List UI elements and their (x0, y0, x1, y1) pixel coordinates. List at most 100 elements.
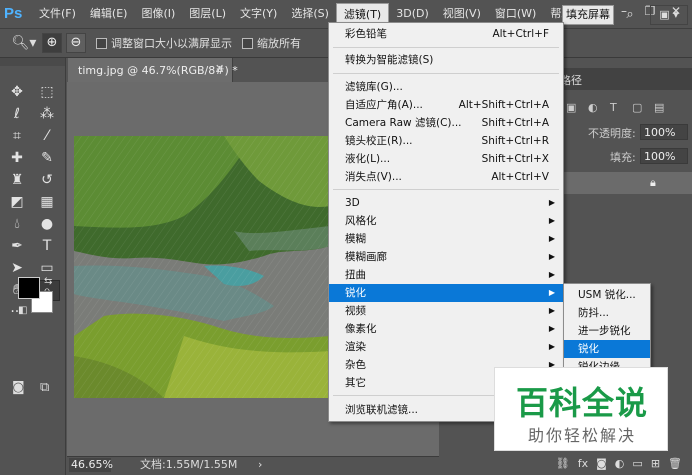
menu-item-last-filter[interactable]: 彩色铅笔 Alt+Ctrl+F (329, 25, 563, 43)
blur-tool-icon[interactable]: 💧︎ (4, 214, 30, 235)
menu-item-vanishing-point[interactable]: 消失点(V)... Alt+Ctrl+V (329, 168, 563, 186)
menu-item-shortcut: Alt+Ctrl+V (491, 171, 549, 183)
type-tool-icon[interactable]: T (34, 236, 60, 257)
lasso-tool-icon[interactable]: ℓ (4, 104, 30, 125)
menu-item-video[interactable]: 视频 ▶ (329, 302, 563, 320)
submenu-arrow-icon: ▶ (548, 288, 555, 297)
adjustment-filter-icon[interactable]: ◐ (588, 101, 598, 114)
document-tab[interactable]: timg.jpg @ 46.7%(RGB/8#) * (68, 58, 238, 82)
shape-filter-icon[interactable]: ▢ (632, 101, 642, 114)
menu-edit[interactable]: 编辑(E) (83, 3, 135, 25)
chevron-right-icon[interactable]: › (258, 458, 262, 471)
menu-item-blur[interactable]: 模糊 ▶ (329, 230, 563, 248)
clone-stamp-icon[interactable]: ♜ (4, 170, 30, 191)
folder-icon[interactable]: ▭ (632, 457, 642, 470)
zoom-in-icon[interactable]: ⊕ (42, 33, 62, 53)
fill-input[interactable]: 100% (640, 148, 688, 164)
eraser-tool-icon[interactable]: ◩ (4, 192, 30, 213)
menu-item-label: 消失点(V)... (345, 171, 402, 183)
trash-icon[interactable]: 🗑︎ (668, 457, 682, 470)
resize-windows-checkbox[interactable]: 调整窗口大小以满屏显示 (96, 35, 232, 51)
swap-colors-icon[interactable]: ⇆ (44, 276, 52, 287)
menu-item-label: 模糊 (345, 233, 366, 245)
foreground-color-swatch[interactable] (18, 277, 40, 299)
default-colors-icon[interactable]: ◧ (18, 305, 27, 316)
menu-type[interactable]: 文字(Y) (233, 3, 284, 25)
search-icon[interactable]: ⌕ (620, 5, 640, 25)
menu-item-lens-correction[interactable]: 镜头校正(R)... Shift+Ctrl+R (329, 132, 563, 150)
zoom-all-label: 缩放所有 (257, 37, 301, 50)
crop-tool-icon[interactable]: ⌗ (4, 126, 30, 147)
status-bar (67, 456, 439, 475)
document-info: 文档:1.55M/1.55M (140, 458, 238, 471)
type-filter-icon[interactable]: T (610, 101, 617, 114)
submenu-item-shake-reduction[interactable]: 防抖... (564, 304, 650, 322)
menu-image[interactable]: 图像(I) (134, 3, 182, 25)
mask-icon[interactable]: ◙ (596, 457, 607, 470)
image-canvas[interactable] (74, 136, 330, 398)
dodge-tool-icon[interactable]: ● (34, 214, 60, 235)
pen-tool-icon[interactable]: ✒ (4, 236, 30, 257)
menu-item-label: 液化(L)... (345, 153, 391, 165)
screen-mode-icon[interactable]: ⧉ (40, 380, 49, 395)
menu-item-3d[interactable]: 3D ▶ (329, 194, 563, 212)
fill-screen-button[interactable]: 填充屏幕 (562, 5, 614, 25)
menu-item-label: 模糊画廊 (345, 251, 387, 263)
checkbox-box[interactable] (242, 37, 253, 49)
layer-row[interactable] (560, 172, 692, 194)
fx-icon[interactable]: fx (578, 457, 588, 470)
path-selection-icon[interactable]: ➤ (4, 258, 30, 279)
zoom-level-field[interactable]: 46.65% (69, 458, 113, 472)
marquee-tool-icon[interactable]: ⬚ (34, 82, 60, 103)
zoom-out-icon[interactable]: ⊖ (66, 33, 86, 53)
submenu-item-sharpen-more[interactable]: 进一步锐化 (564, 322, 650, 340)
menu-item-distort[interactable]: 扭曲 ▶ (329, 266, 563, 284)
menu-item-label: 滤镜库(G)... (345, 81, 403, 93)
link-icon[interactable]: ⛓ (556, 457, 570, 470)
menu-item-label: 其它 (345, 377, 366, 389)
menu-item-camera-raw[interactable]: Camera Raw 滤镜(C)... Shift+Ctrl+A (329, 114, 563, 132)
landscape-image (74, 136, 330, 398)
menu-item-render[interactable]: 渲染 ▶ (329, 338, 563, 356)
menu-item-liquify[interactable]: 液化(L)... Shift+Ctrl+X (329, 150, 563, 168)
submenu-item-usm-sharpen[interactable]: USM 锐化... (564, 286, 650, 304)
toolbox-grip[interactable] (0, 58, 65, 66)
submenu-item-sharpen[interactable]: 锐化 (564, 340, 650, 358)
magic-wand-icon[interactable]: ⁂ (34, 104, 60, 125)
menu-item-stylize[interactable]: 风格化 ▶ (329, 212, 563, 230)
menu-item-label: 像素化 (345, 323, 377, 335)
quick-mask-icon[interactable]: ◙ (12, 380, 25, 395)
menu-file[interactable]: 文件(F) (32, 3, 83, 25)
eyedropper-icon[interactable]: ⁄ (34, 126, 60, 147)
opacity-input[interactable]: 100% (640, 124, 688, 140)
menu-item-label: 风格化 (345, 215, 377, 227)
zoom-tool-preset-icon[interactable]: 🔍︎▾ (10, 32, 38, 54)
menu-item-label: 3D (345, 197, 360, 209)
submenu-arrow-icon: ▶ (548, 234, 555, 243)
zoom-all-checkbox[interactable]: 缩放所有 (242, 35, 301, 51)
healing-brush-icon[interactable]: ✚ (4, 148, 30, 169)
menu-divider (333, 47, 559, 48)
menu-item-filter-gallery[interactable]: 滤镜库(G)... (329, 78, 563, 96)
menu-item-convert-smart-filter[interactable]: 转换为智能滤镜(S) (329, 51, 563, 69)
history-brush-icon[interactable]: ↺ (34, 170, 60, 191)
menu-item-sharpen[interactable]: 锐化 ▶ (329, 284, 563, 302)
brush-tool-icon[interactable]: ✎ (34, 148, 60, 169)
close-icon[interactable]: ✕ (215, 62, 224, 75)
menu-layer[interactable]: 图层(L) (182, 3, 233, 25)
menu-item-blur-gallery[interactable]: 模糊画廊 ▶ (329, 248, 563, 266)
workspace-switcher-icon[interactable]: ▣ ▾ (650, 5, 688, 25)
checkbox-box[interactable] (96, 37, 107, 49)
adjustment-icon[interactable]: ◐ (615, 457, 625, 470)
menu-item-label: Camera Raw 滤镜(C)... (345, 117, 462, 129)
image-filter-icon[interactable]: ▣ (566, 101, 576, 114)
menu-item-adaptive-wide-angle[interactable]: 自适应广角(A)... Alt+Shift+Ctrl+A (329, 96, 563, 114)
menu-item-shortcut: Shift+Ctrl+A (481, 117, 549, 129)
menu-item-pixelate[interactable]: 像素化 ▶ (329, 320, 563, 338)
smart-filter-icon[interactable]: ▤ (654, 101, 664, 114)
new-layer-icon[interactable]: ⊞ (651, 457, 660, 470)
menu-item-shortcut: Alt+Ctrl+F (492, 28, 549, 40)
gradient-tool-icon[interactable]: ▦ (34, 192, 60, 213)
menu-item-shortcut: Shift+Ctrl+R (481, 135, 549, 147)
move-tool-icon[interactable]: ✥ (4, 82, 30, 103)
